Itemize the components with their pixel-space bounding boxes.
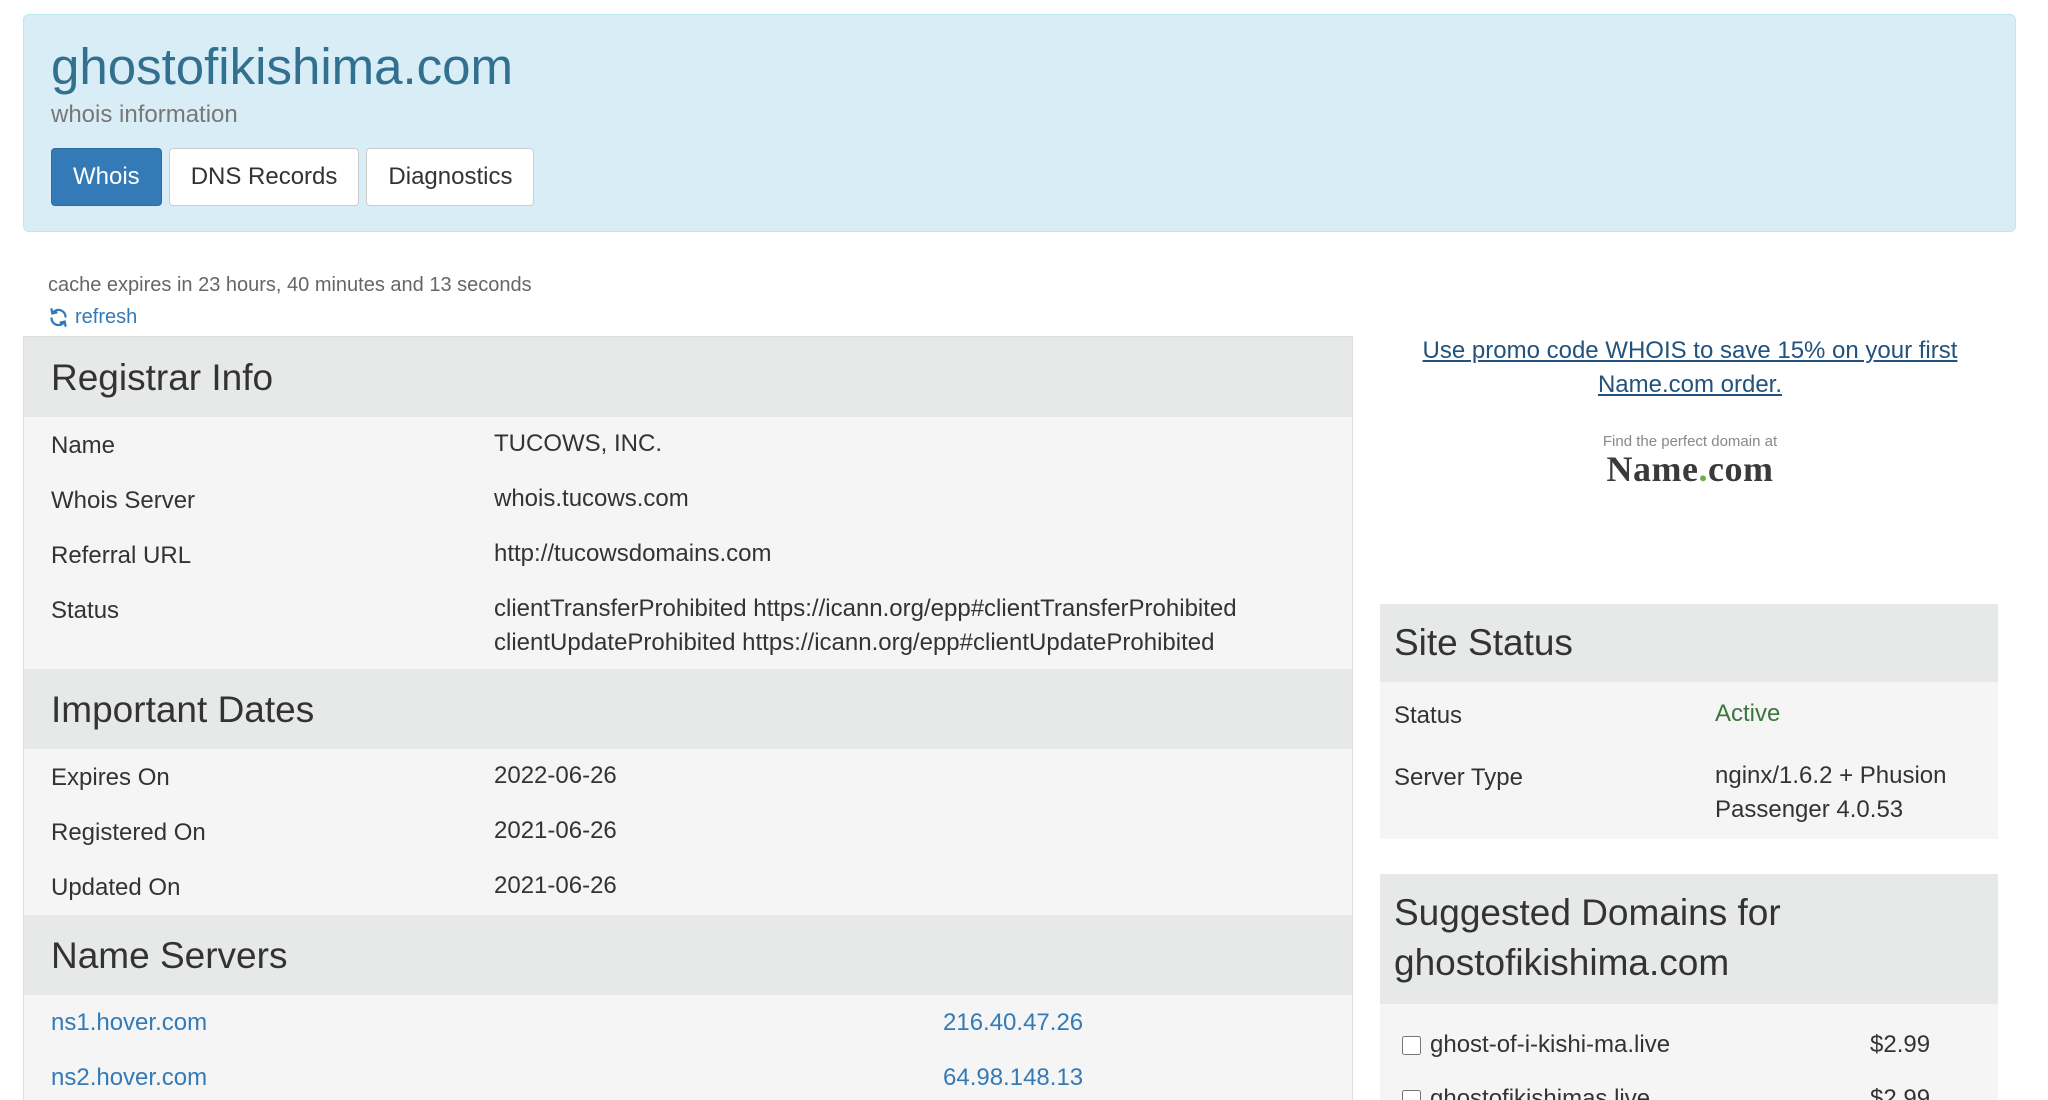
- tab-dns-records[interactable]: DNS Records: [168, 148, 360, 206]
- suggested-domain-2-price: $2.99: [1870, 1085, 1931, 1100]
- updated-on-label: Updated On: [51, 874, 181, 901]
- important-dates-header: Important Dates: [24, 669, 1352, 749]
- tab-whois[interactable]: Whois: [51, 148, 162, 206]
- registrar-info-header: Registrar Info: [24, 337, 1352, 417]
- page-title: ghostofikishima.com: [51, 38, 514, 95]
- page-subtitle: whois information: [51, 101, 238, 128]
- nameserver-2-ip[interactable]: 64.98.148.13: [943, 1064, 1083, 1092]
- name-servers-title: Name Servers: [51, 935, 288, 976]
- suggested-domain-2[interactable]: ghostofikishimas.live: [1402, 1085, 1650, 1100]
- registered-on-value: 2021-06-26: [494, 817, 617, 844]
- refresh-icon: [50, 308, 67, 327]
- suggested-domain-1-checkbox[interactable]: [1402, 1035, 1421, 1055]
- expires-on-value: 2022-06-26: [494, 762, 617, 789]
- promo-link[interactable]: Use promo code WHOIS to save 15% on your…: [1380, 334, 2000, 402]
- refresh-label: refresh: [75, 306, 138, 328]
- suggested-domain-1-name: ghost-of-i-kishi-ma.live: [1430, 1031, 1671, 1058]
- whois-server-value: whois.tucows.com: [494, 485, 689, 512]
- registrar-name-value: TUCOWS, INC.: [494, 430, 662, 457]
- refresh-link[interactable]: refresh: [48, 306, 137, 329]
- name-servers-header: Name Servers: [24, 915, 1352, 995]
- promo-line-1: Use promo code WHOIS to save 15% on your…: [1422, 337, 1958, 364]
- expires-on-label: Expires On: [51, 764, 170, 791]
- whois-info-panel: Registrar Info Name TUCOWS, INC. Whois S…: [23, 336, 1353, 1100]
- tab-bar: Whois DNS Records Diagnostics: [51, 148, 535, 206]
- header-banner: ghostofikishima.com whois information Wh…: [23, 14, 2016, 232]
- tab-diagnostics[interactable]: Diagnostics: [366, 148, 535, 206]
- nameserver-2-host[interactable]: ns2.hover.com: [51, 1064, 207, 1092]
- status-value-line-1: clientTransferProhibited https://icann.o…: [494, 595, 1237, 622]
- suggested-domains-header: Suggested Domains for ghostofikishima.co…: [1380, 874, 1998, 1004]
- server-type-label: Server Type: [1394, 764, 1523, 791]
- referral-url-value: http://tucowsdomains.com: [494, 540, 772, 567]
- site-status-label: Status: [1394, 702, 1463, 729]
- suggested-domain-2-name: ghostofikishimas.live: [1430, 1085, 1651, 1100]
- site-status-header: Site Status: [1380, 604, 1998, 682]
- server-type-value-line-1: nginx/1.6.2 + Phusion: [1715, 762, 1947, 789]
- server-type-value-line-2: Passenger 4.0.53: [1715, 796, 1904, 823]
- referral-url-label: Referral URL: [51, 542, 192, 569]
- suggested-domains-title-line-2: ghostofikishima.com: [1394, 942, 1730, 983]
- updated-on-value: 2021-06-26: [494, 872, 617, 899]
- site-status-value: Active: [1715, 700, 1781, 727]
- cache-expiry-text: cache expires in 23 hours, 40 minutes an…: [48, 274, 532, 296]
- namecom-ad[interactable]: Find the perfect domain at Name.com: [1580, 433, 1800, 490]
- namecom-tagline: Find the perfect domain at: [1602, 433, 1778, 450]
- promo-line-2: Name.com order.: [1597, 371, 1783, 398]
- site-status-panel: Site Status Status Active Server Type ng…: [1380, 604, 1998, 839]
- suggested-domain-1[interactable]: ghost-of-i-kishi-ma.live: [1402, 1031, 1670, 1059]
- suggested-domain-2-checkbox[interactable]: [1402, 1089, 1421, 1100]
- suggested-domains-title-line-1: Suggested Domains for: [1394, 892, 1781, 933]
- status-label: Status: [51, 597, 120, 624]
- important-dates-title: Important Dates: [51, 689, 315, 730]
- whois-server-label: Whois Server: [51, 487, 196, 514]
- registrar-info-title: Registrar Info: [51, 357, 274, 398]
- suggested-domains-panel: Suggested Domains for ghostofikishima.co…: [1380, 874, 1998, 1100]
- suggested-domain-1-price: $2.99: [1870, 1031, 1931, 1058]
- nameserver-1-ip[interactable]: 216.40.47.26: [943, 1009, 1083, 1037]
- status-value-line-2: clientUpdateProhibited https://icann.org…: [494, 629, 1215, 656]
- registered-on-label: Registered On: [51, 819, 206, 846]
- site-status-title: Site Status: [1394, 622, 1573, 663]
- namecom-logo: Name.com: [1606, 449, 1774, 489]
- nameserver-1-host[interactable]: ns1.hover.com: [51, 1009, 207, 1037]
- registrar-name-label: Name: [51, 432, 116, 459]
